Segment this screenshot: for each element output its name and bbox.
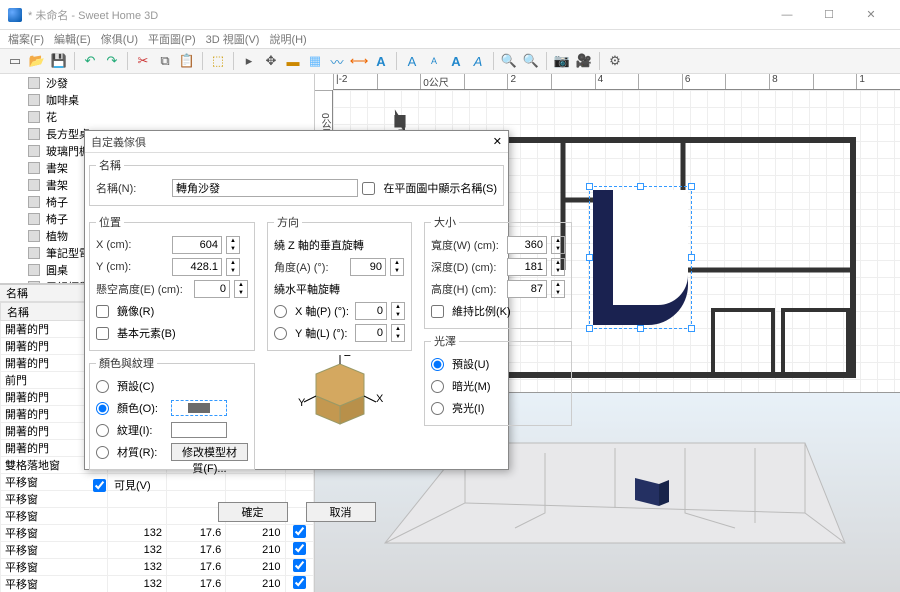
- color-swatch[interactable]: [171, 400, 227, 416]
- keep-ratio-checkbox[interactable]: [431, 305, 444, 318]
- color-texture-group: 顏色與紋理 預設(C) 顏色(O): 紋理(I): 材質(R):修改模型材質(F…: [89, 355, 255, 470]
- menu-help[interactable]: 說明(H): [265, 31, 310, 47]
- position-group: 位置 X (cm):▲▼ Y (cm):▲▼ 懸空高度(E) (cm):▲▼ 鏡…: [89, 214, 255, 351]
- svg-text:N: N: [396, 116, 404, 128]
- select-icon[interactable]: ▸: [240, 52, 258, 70]
- zoom-out-icon[interactable]: 🔍: [522, 52, 540, 70]
- room-icon[interactable]: ▦: [306, 52, 324, 70]
- add-furn-icon[interactable]: ⬚: [209, 52, 227, 70]
- svg-text:Y: Y: [298, 397, 306, 409]
- prefs-icon[interactable]: ⚙: [606, 52, 624, 70]
- height-field[interactable]: [507, 280, 547, 298]
- elev-spinner[interactable]: ▲▼: [234, 280, 248, 298]
- yaxis-field[interactable]: [355, 324, 387, 342]
- maximize-button[interactable]: ☐: [808, 1, 850, 29]
- x-field[interactable]: [172, 236, 222, 254]
- menu-3dview[interactable]: 3D 視圖(V): [202, 31, 264, 47]
- menu-furniture[interactable]: 傢俱(U): [97, 31, 142, 47]
- name-field[interactable]: [172, 179, 358, 197]
- paste-icon[interactable]: 📋: [178, 52, 196, 70]
- xaxis-field[interactable]: [355, 302, 387, 320]
- shine-default-radio[interactable]: [431, 358, 444, 371]
- menu-file[interactable]: 檔案(F): [4, 31, 48, 47]
- redo-icon[interactable]: ↷: [103, 52, 121, 70]
- selection-outline: [589, 186, 692, 329]
- menu-edit[interactable]: 編輯(E): [50, 31, 95, 47]
- table-row[interactable]: 平移窗13217.6210: [1, 576, 314, 592]
- minimize-button[interactable]: —: [766, 1, 808, 29]
- elev-field[interactable]: [194, 280, 230, 298]
- close-button[interactable]: ✕: [850, 1, 892, 29]
- copy-icon[interactable]: ⧉: [156, 52, 174, 70]
- orientation-preview: Z X Y: [290, 355, 390, 435]
- size-group: 大小 寬度(W) (cm):▲▼ 深度(D) (cm):▲▼ 高度(H) (cm…: [424, 214, 572, 329]
- undo-icon[interactable]: ↶: [81, 52, 99, 70]
- direction-group: 方向 繞 Z 軸的垂直旋轉 角度(A) (°):▲▼ 繞水平軸旋轉 X 軸(P)…: [267, 214, 412, 351]
- photo-icon[interactable]: 📷: [553, 52, 571, 70]
- catalog-item[interactable]: 咖啡桌: [0, 91, 314, 108]
- save-icon[interactable]: 💾: [50, 52, 68, 70]
- default-color-radio[interactable]: [96, 380, 109, 393]
- open-icon[interactable]: 📂: [28, 52, 46, 70]
- modify-material-button[interactable]: 修改模型材質(F)...: [171, 443, 248, 461]
- menu-bar: 檔案(F) 編輯(E) 傢俱(U) 平面圖(P) 3D 視圖(V) 說明(H): [0, 30, 900, 48]
- menu-plan[interactable]: 平面圖(P): [144, 31, 200, 47]
- catalog-item[interactable]: 花: [0, 108, 314, 125]
- color-radio[interactable]: [96, 402, 109, 415]
- x-spinner[interactable]: ▲▼: [226, 236, 240, 254]
- dialog-title: 自定義傢俱: [91, 134, 493, 150]
- texture-swatch[interactable]: [171, 422, 227, 438]
- svg-text:Z: Z: [344, 355, 351, 359]
- visible-checkbox[interactable]: [93, 479, 106, 492]
- table-row[interactable]: 平移窗13217.6210: [1, 542, 314, 559]
- toolbar: ▭ 📂 💾 ↶ ↷ ✂ ⧉ 📋 ⬚ ▸ ✥ ▬ ▦ 〰 ⟷ A A A A A …: [0, 48, 900, 74]
- y-field[interactable]: [172, 258, 222, 276]
- text-dec-icon[interactable]: A: [425, 52, 443, 70]
- table-row[interactable]: 平移窗13217.6210: [1, 559, 314, 576]
- width-field[interactable]: [507, 236, 547, 254]
- window-titlebar: * 未命名 - Sweet Home 3D — ☐ ✕: [0, 0, 900, 30]
- catalog-item[interactable]: 沙發: [0, 74, 314, 91]
- base-checkbox[interactable]: [96, 327, 109, 340]
- modify-furniture-dialog: 自定義傢俱 ✕ 名稱 名稱(N): 在平面圖中顯示名稱(S) 位置 X (cm)…: [84, 130, 509, 470]
- pan-icon[interactable]: ✥: [262, 52, 280, 70]
- ok-button[interactable]: 確定: [218, 502, 288, 522]
- video-icon[interactable]: 🎥: [575, 52, 593, 70]
- polyline-icon[interactable]: 〰: [328, 52, 346, 70]
- wall-icon[interactable]: ▬: [284, 52, 302, 70]
- app-icon: [8, 8, 22, 22]
- selected-furniture[interactable]: [593, 190, 688, 325]
- angle-field[interactable]: [350, 258, 386, 276]
- dimension-icon[interactable]: ⟷: [350, 52, 368, 70]
- svg-text:X: X: [376, 393, 384, 405]
- shine-group: 光澤 預設(U) 暗光(M) 亮光(I): [424, 333, 572, 426]
- texture-radio[interactable]: [96, 424, 109, 437]
- text-icon[interactable]: A: [372, 52, 390, 70]
- cancel-button[interactable]: 取消: [306, 502, 376, 522]
- xaxis-radio[interactable]: [274, 305, 287, 318]
- dialog-close-icon[interactable]: ✕: [493, 135, 502, 148]
- zoom-in-icon[interactable]: 🔍: [500, 52, 518, 70]
- depth-field[interactable]: [507, 258, 547, 276]
- shine-shiny-radio[interactable]: [431, 402, 444, 415]
- y-spinner[interactable]: ▲▼: [226, 258, 240, 276]
- yaxis-radio[interactable]: [274, 327, 287, 340]
- ruler-horizontal: |-20公尺24681: [333, 74, 900, 90]
- show-name-checkbox[interactable]: [362, 182, 375, 195]
- text-inc-icon[interactable]: A: [403, 52, 421, 70]
- shine-matte-radio[interactable]: [431, 380, 444, 393]
- cut-icon[interactable]: ✂: [134, 52, 152, 70]
- name-group: 名稱 名稱(N): 在平面圖中顯示名稱(S): [89, 157, 504, 206]
- window-title: * 未命名 - Sweet Home 3D: [28, 7, 766, 23]
- italic-icon[interactable]: A: [469, 52, 487, 70]
- mirror-checkbox[interactable]: [96, 305, 109, 318]
- bold-icon[interactable]: A: [447, 52, 465, 70]
- material-radio[interactable]: [96, 446, 109, 459]
- new-icon[interactable]: ▭: [6, 52, 24, 70]
